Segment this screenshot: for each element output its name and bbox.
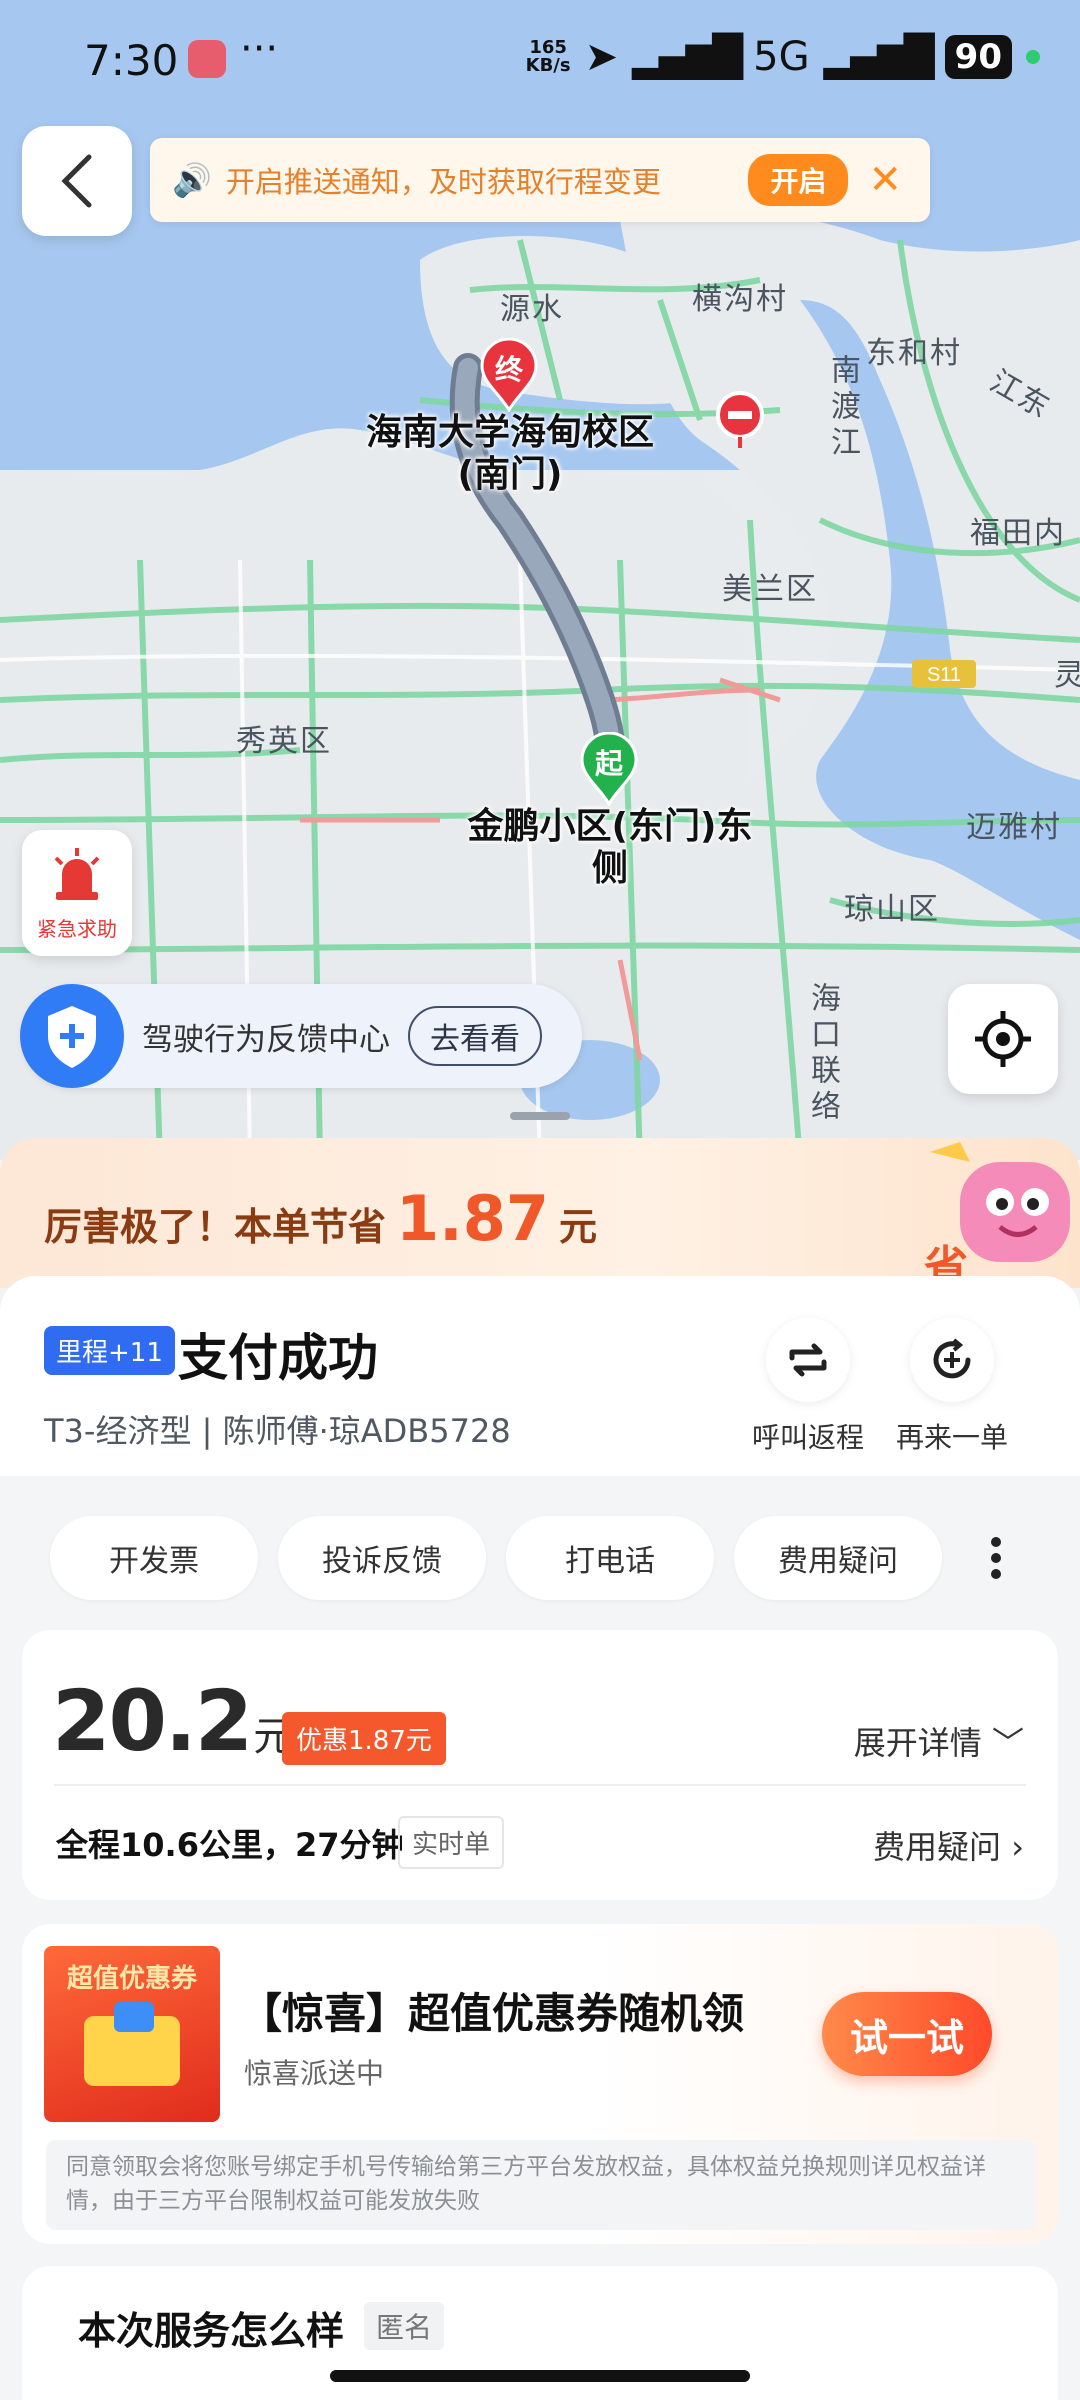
savings-banner: 厉害极了！本单节省 1.87 元 (0, 1138, 1080, 1288)
invoice-chip[interactable]: 开发票 (50, 1516, 258, 1600)
end-badge: 终 (494, 353, 523, 386)
speaker-icon: 🔊 (172, 161, 212, 199)
shield-plus-icon (20, 984, 124, 1088)
enable-push-button[interactable]: 开启 (748, 154, 849, 206)
more-notifications-icon: ··· (240, 26, 279, 72)
realtime-order-tag: 实时单 (398, 1816, 505, 1869)
discount-badge: 优惠1.87元 (282, 1712, 446, 1765)
payment-status-title: 支付成功 (178, 1329, 378, 1387)
mascot-icon (114, 2002, 154, 2032)
network-speed: 165 KB/s (525, 37, 571, 76)
call-return-trip-label: 呼叫返程 (751, 1421, 864, 1454)
call-chip[interactable]: 打电话 (506, 1516, 714, 1600)
map-place-label: 源水 (500, 292, 564, 327)
signal-icon: ▂▄▆█ (823, 34, 935, 80)
more-vertical-icon[interactable] (984, 1536, 1008, 1580)
map-place-label: 美兰区 (722, 572, 818, 607)
fare-amount: 20.2元 (52, 1672, 294, 1770)
map-place-label: 南渡江 (825, 354, 860, 462)
end-marker[interactable]: 终 (480, 338, 538, 412)
chevron-left-icon (61, 154, 92, 208)
end-location-label: 海南大学海甸校区(南门) (365, 412, 654, 495)
trip-summary: 全程10.6公里，27分钟 (56, 1826, 404, 1864)
map-place-label: 琼山区 (844, 892, 940, 927)
map-place-label: 秀英区 (236, 724, 332, 759)
coupon-image[interactable]: 超值优惠券 (44, 1946, 220, 2122)
back-button[interactable] (22, 126, 132, 236)
home-indicator[interactable] (330, 2370, 750, 2382)
rating-title: 本次服务怎么样 (78, 2309, 345, 2353)
fare-divider (54, 1784, 1026, 1786)
push-notice-text: 开启推送通知，及时获取行程变更 (225, 165, 661, 199)
sheet-drag-handle[interactable] (510, 1112, 570, 1120)
close-icon[interactable]: ✕ (868, 157, 902, 203)
return-arrows-icon (789, 1343, 827, 1377)
crosshair-icon (975, 1011, 1031, 1067)
emergency-label: 紧急求助 (37, 917, 117, 941)
start-location-label: 金鹏小区(东门)东侧 (467, 806, 753, 889)
promo-legal-text: 同意领取会将您账号绑定手机号传输给第三方平台发放权益，具体权益兑换规则详见权益详… (46, 2140, 1036, 2230)
locate-button[interactable] (948, 984, 1058, 1094)
map-place-label: 海口联络 (805, 982, 840, 1126)
coupon-image-title: 超值优惠券 (66, 1964, 197, 1994)
chevron-down-icon: ﹀ (991, 1724, 1024, 1762)
action-chips: 开发票 投诉反馈 打电话 费用疑问 (50, 1516, 942, 1600)
fee-question-chip[interactable]: 费用疑问 (734, 1516, 942, 1600)
status-time: 7:30 (84, 36, 179, 85)
push-notice-banner: 🔊 开启推送通知，及时获取行程变更 开启 ✕ (150, 138, 930, 222)
feedback-text: 驾驶行为反馈中心 (142, 1021, 390, 1058)
savings-prefix: 厉害极了！本单节省 (44, 1205, 387, 1249)
reorder-icon (933, 1338, 971, 1379)
savings-unit: 元 (559, 1205, 598, 1249)
mileage-badge: 里程+11 (44, 1326, 175, 1375)
fee-question-link[interactable]: 费用疑问 › (873, 1822, 1024, 1868)
promo-title: 【惊喜】超值优惠券随机领 (240, 1989, 745, 2038)
call-return-trip-button[interactable]: 呼叫返程 (748, 1318, 868, 1456)
battery-indicator: 90 (944, 35, 1012, 79)
anonymous-tag: 匿名 (364, 2302, 445, 2350)
chevron-right-icon: › (1011, 1828, 1024, 1866)
map-place-label: 东和村 (866, 336, 962, 371)
driving-feedback-bar[interactable]: 驾驶行为反馈中心 去看看 (20, 984, 582, 1088)
order-again-label: 再来一单 (895, 1421, 1008, 1454)
app-notification-icon (188, 40, 226, 78)
driver-info: T3-经济型 | 陈师傅·琼ADB5728 (44, 1412, 511, 1450)
map-place-label: 迈雅村 (966, 810, 1062, 845)
road-sign-s11: S11 (927, 664, 961, 686)
status-bar: 7:30 ··· 165 KB/s ➤ ▂▄▆█ 5G ▂▄▆█ 90 (0, 0, 1080, 120)
map-place-label: 灵 (1054, 658, 1080, 693)
start-marker[interactable]: 起 (580, 732, 638, 806)
try-button[interactable]: 试一试 (822, 1992, 992, 2076)
promo-subtitle: 惊喜派送中 (244, 2057, 385, 2090)
expand-details-button[interactable]: 展开详情 ﹀ (854, 1718, 1024, 1764)
start-badge: 起 (594, 747, 623, 780)
complaint-chip[interactable]: 投诉反馈 (278, 1516, 486, 1600)
location-arrow-icon: ➤ (584, 34, 619, 80)
signal-icon: ▂▄▆█ (632, 34, 743, 80)
emergency-button[interactable]: 紧急求助 (22, 830, 132, 956)
savings-amount: 1.87 (396, 1182, 549, 1255)
map-place-label: 横沟村 (692, 282, 788, 317)
order-again-button[interactable]: 再来一单 (892, 1318, 1012, 1456)
map-place-label: 福田内 (970, 516, 1066, 551)
feedback-go-button[interactable]: 去看看 (408, 1006, 542, 1066)
charging-dot-icon (1026, 50, 1040, 64)
alarm-siren-icon (54, 848, 100, 900)
network-type: 5G (753, 34, 810, 80)
